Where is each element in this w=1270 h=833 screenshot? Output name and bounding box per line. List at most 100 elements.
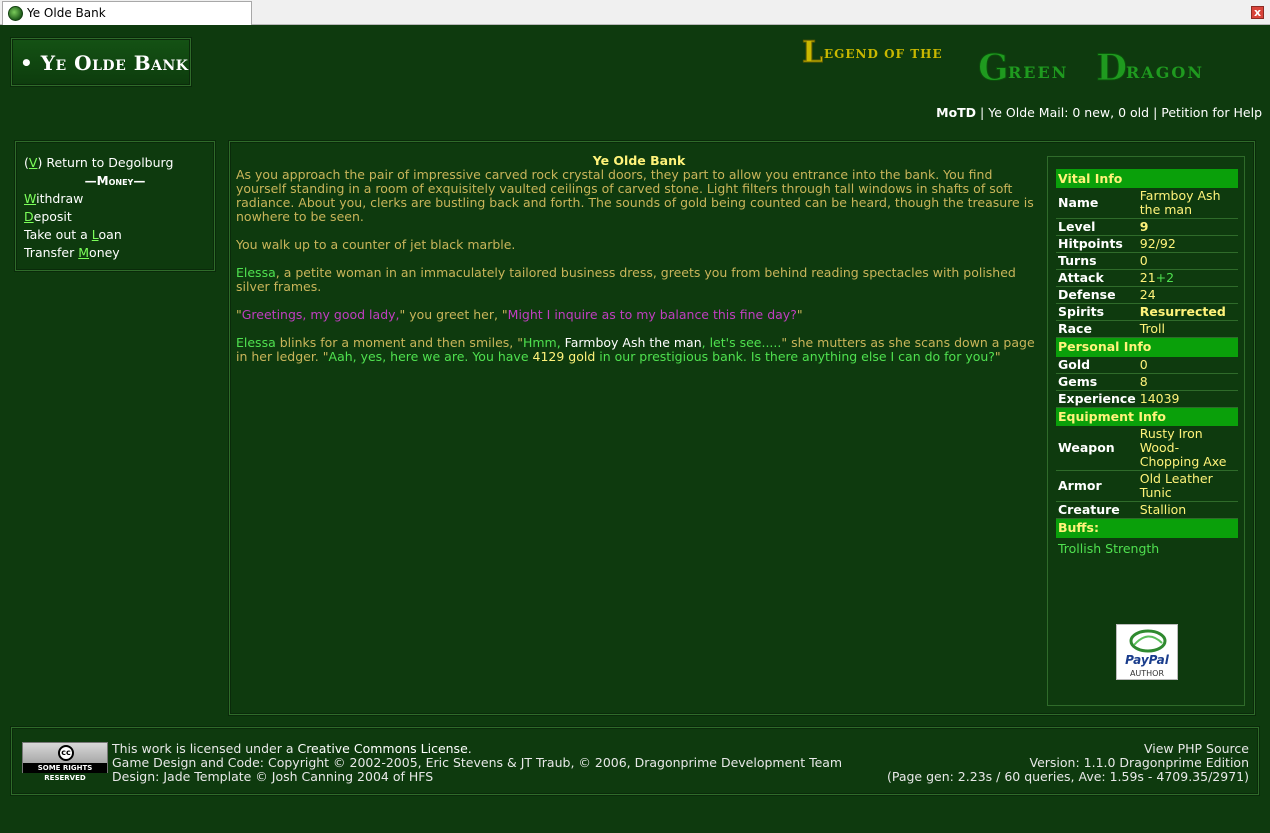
nav-transfer-money[interactable]: Transfer Money: [24, 244, 206, 262]
paypal-sublabel: AUTHOR: [1129, 669, 1165, 678]
footer-info: View PHP Source Version: 1.1.0 Dragonpri…: [887, 742, 1249, 784]
stat-value: 0: [1137, 356, 1238, 374]
stat-label: Gold: [1056, 356, 1138, 374]
nav-label-pre: Transfer: [24, 245, 79, 260]
stat-value: Stallion: [1137, 501, 1238, 519]
svg-text:REEN: REEN: [1008, 63, 1068, 82]
stat-value: Rusty Iron Wood-Chopping Axe: [1137, 426, 1238, 471]
tab-title: Ye Olde Bank: [27, 6, 106, 20]
npc-name: Elessa: [236, 335, 276, 350]
nav-label-post: oan: [98, 227, 122, 242]
stat-row: Spirits Resurrected: [1056, 303, 1238, 321]
story-text: , a petite woman in an immaculately tail…: [236, 265, 1016, 294]
nav-return-degolburg[interactable]: (V) Return to Degolburg: [24, 154, 206, 172]
stats-section-header: Personal Info: [1056, 337, 1238, 357]
petition-link[interactable]: Petition for Help: [1161, 105, 1262, 120]
npc-speech: , let's see.....: [701, 335, 782, 350]
stat-row: Name Farmboy Ash the man: [1056, 188, 1238, 219]
view-php-source-link[interactable]: View PHP Source: [887, 742, 1249, 756]
license-text-end: .: [467, 741, 472, 756]
stat-value: 14039: [1137, 390, 1238, 408]
nav-withdraw[interactable]: Withdraw: [24, 190, 206, 208]
green-dragon-logo: L EGEND OF THE G REEN D RAGON: [802, 36, 1202, 86]
cc-badge-text: SOME RIGHTS RESERVED: [23, 763, 107, 782]
story-text: ": [796, 307, 803, 322]
gold-amount: 4129 gold: [532, 349, 596, 364]
svg-text:EGEND OF THE: EGEND OF THE: [824, 47, 943, 61]
stat-row: Gold 0: [1056, 356, 1238, 374]
stat-label: Hitpoints: [1056, 235, 1138, 253]
stats-section-header: Equipment Info: [1056, 407, 1238, 426]
nav-section-label: Money: [96, 174, 134, 188]
story-text: blinks for a moment and then smiles, ": [275, 335, 523, 350]
close-icon[interactable]: x: [1251, 6, 1264, 19]
stat-row: Creature Stallion: [1056, 501, 1238, 519]
stat-row: Trollish Strength: [1056, 538, 1238, 560]
section-title: Vital Info: [1056, 169, 1238, 188]
stat-value: Resurrected: [1137, 303, 1238, 321]
nav-label: Return to Degolburg: [42, 155, 174, 170]
cc-icon: cc: [58, 745, 74, 761]
stat-value: Troll: [1137, 320, 1238, 338]
stat-row: Gems 8: [1056, 373, 1238, 391]
svg-text:G: G: [978, 47, 1009, 86]
stat-row: Defense 24: [1056, 286, 1238, 304]
stat-row: Turns 0: [1056, 252, 1238, 270]
stat-label: Creature: [1056, 501, 1138, 519]
hotkey: W: [24, 191, 37, 206]
nav-deposit[interactable]: Deposit: [24, 208, 206, 226]
stat-row: Armor Old Leather Tunic: [1056, 470, 1238, 502]
stat-label: Spirits: [1056, 303, 1138, 321]
cc-license-link[interactable]: Creative Commons License: [297, 741, 467, 756]
stat-label: Weapon: [1056, 426, 1138, 471]
stat-label: Armor: [1056, 470, 1138, 502]
stat-label: Experience: [1056, 390, 1138, 408]
stat-value: Farmboy Ash the man: [1137, 188, 1238, 219]
attack-bonus: +2: [1155, 270, 1175, 285]
paypal-label: PayPal: [1125, 653, 1169, 667]
story-paragraph: " Greetings, my good lady," you greet her…: [236, 308, 1042, 322]
player-speech: Might I inquire as to my balance this fi…: [507, 307, 797, 322]
tab-ye-olde-bank[interactable]: Ye Olde Bank: [2, 1, 252, 25]
stat-label: Attack: [1056, 269, 1138, 287]
stats-section-header: Buffs:: [1056, 518, 1238, 538]
creative-commons-badge[interactable]: cc SOME RIGHTS RESERVED: [22, 742, 108, 782]
main-panel: Ye Olde Bank As you approach the pair of…: [229, 141, 1255, 715]
stat-value: 9: [1137, 218, 1238, 236]
nav-label-post: oney: [89, 245, 120, 260]
dragon-icon: [1129, 629, 1167, 653]
dragon-favicon-icon: [8, 6, 23, 21]
license-text: This work is licensed under a: [112, 741, 298, 756]
stat-label: Defense: [1056, 286, 1138, 304]
paypal-author-button[interactable]: PayPal AUTHOR: [1116, 624, 1178, 680]
buff-value: Trollish Strength: [1058, 540, 1160, 556]
player-name: Farmboy Ash the man: [564, 335, 702, 350]
stat-label: Race: [1056, 320, 1138, 338]
hotkey: L: [91, 227, 99, 242]
stat-row: Attack 21+2: [1056, 269, 1238, 287]
window-tab-bar: Ye Olde Bank x: [0, 0, 1270, 25]
story-content: Ye Olde Bank As you approach the pair of…: [236, 154, 1042, 378]
stats-section-header: Vital Info: [1056, 169, 1238, 188]
stat-row: Level 9: [1056, 218, 1238, 236]
nav-separator: |: [980, 105, 985, 120]
motd-link[interactable]: MoTD: [936, 105, 976, 120]
cc-badge-top: cc: [23, 743, 107, 763]
player-speech: Greetings, my good lady,: [241, 307, 400, 322]
page-gen-text: (Page gen: 2.23s / 60 queries, Ave: 1.59…: [886, 769, 1249, 784]
license-line: This work is licensed under a Creative C…: [112, 742, 842, 756]
character-stats: Vital Info Name Farmboy Ash the man Level…: [1047, 156, 1245, 706]
stat-row: Hitpoints 92/92: [1056, 235, 1238, 253]
stat-row: Race Troll: [1056, 320, 1238, 338]
section-title: Personal Info: [1056, 337, 1238, 357]
hotkey: D: [24, 209, 34, 224]
story-text: ": [994, 349, 1001, 364]
story-text: " you greet her, ": [399, 307, 508, 322]
stat-label: Gems: [1056, 373, 1138, 391]
nav-take-loan[interactable]: Take out a Loan: [24, 226, 206, 244]
npc-speech: Hmm,: [522, 335, 565, 350]
stat-row: Experience 14039: [1056, 390, 1238, 408]
hotkey: M: [78, 245, 90, 260]
mail-link[interactable]: Ye Olde Mail: 0 new, 0 old: [988, 105, 1149, 120]
footer: cc SOME RIGHTS RESERVED This work is lic…: [11, 727, 1259, 795]
